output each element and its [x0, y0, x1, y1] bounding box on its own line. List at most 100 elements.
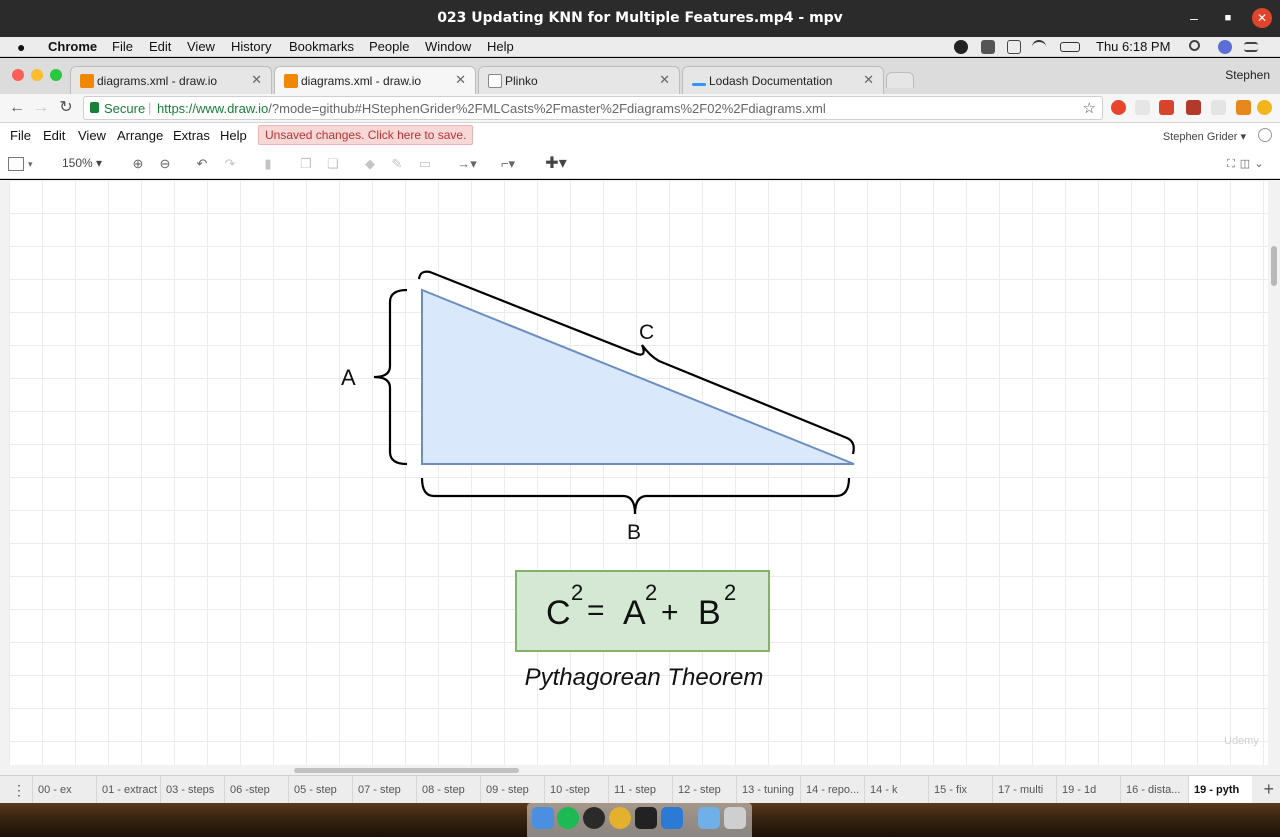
drawio-menu-help[interactable]: Help: [220, 128, 247, 143]
page-tab[interactable]: 05 - step: [288, 776, 352, 803]
horizontal-scroll-thumb[interactable]: [294, 768, 519, 773]
insert-icon[interactable]: ✚▾: [542, 155, 570, 173]
language-globe-icon[interactable]: [1258, 128, 1272, 142]
label-b[interactable]: B: [627, 521, 641, 544]
pages-menu-icon[interactable]: ⋮: [8, 782, 30, 799]
tab-plinko[interactable]: Plinko ✕: [478, 66, 680, 95]
drawio-menu-file[interactable]: File: [10, 128, 31, 143]
line-color-icon[interactable]: ✎: [389, 155, 405, 173]
siri-icon[interactable]: [1218, 40, 1232, 54]
obs-tray-icon[interactable]: [954, 40, 968, 54]
to-front-icon[interactable]: ❐: [298, 155, 314, 173]
drawio-menu-edit[interactable]: Edit: [43, 128, 65, 143]
menu-app-name[interactable]: Chrome: [48, 39, 97, 54]
spotlight-search-icon[interactable]: [1189, 40, 1200, 51]
diagram-canvas[interactable]: A B C C 2 = A 2 + B 2 Pythagorean Theore…: [9, 180, 1268, 765]
page-tab[interactable]: 17 - multi: [992, 776, 1056, 803]
panel-dropdown-icon[interactable]: ▾: [28, 155, 33, 173]
drawio-menu-view[interactable]: View: [78, 128, 106, 143]
minimize-button[interactable]: –: [1184, 8, 1204, 28]
zoom-out-icon[interactable]: ⊖: [157, 155, 173, 173]
menu-window[interactable]: Window: [425, 39, 471, 54]
css-extension-icon[interactable]: [1135, 100, 1150, 115]
menu-history[interactable]: History: [231, 39, 271, 54]
page-tab[interactable]: 15 - fix: [928, 776, 992, 803]
page-tab[interactable]: 12 - step: [672, 776, 736, 803]
tab-lodash[interactable]: Lodash Documentation ✕: [682, 66, 884, 95]
address-bar[interactable]: Secure | https://www.draw.io/?mode=githu…: [83, 96, 1103, 120]
account-menu[interactable]: Stephen Grider ▾: [1163, 130, 1246, 143]
close-button[interactable]: ✕: [1252, 8, 1272, 28]
page-tab[interactable]: 01 - extract: [96, 776, 160, 803]
drawio-menu-extras[interactable]: Extras: [173, 128, 210, 143]
tab-close-icon[interactable]: ✕: [863, 72, 874, 88]
browser-profile-name[interactable]: Stephen: [1225, 68, 1270, 82]
extension-badge-icon[interactable]: [1186, 100, 1201, 115]
shadow-icon[interactable]: ▭: [417, 155, 433, 173]
obs-icon[interactable]: [583, 807, 605, 829]
fullscreen-icon[interactable]: ⛶: [1224, 155, 1238, 173]
right-triangle[interactable]: [421, 288, 855, 465]
label-c[interactable]: C: [639, 321, 654, 344]
back-icon[interactable]: ←: [8, 98, 26, 118]
extension-grey-icon[interactable]: [1211, 100, 1226, 115]
maximize-button[interactable]: ■: [1218, 8, 1238, 28]
brace-b[interactable]: [420, 477, 851, 515]
terminal-icon[interactable]: [635, 807, 657, 829]
opera-extension-icon[interactable]: [1111, 100, 1126, 115]
notification-center-icon[interactable]: [1244, 42, 1258, 52]
finder-icon[interactable]: [532, 807, 554, 829]
chrome-icon[interactable]: [609, 807, 631, 829]
connection-style-icon[interactable]: →▾: [454, 155, 480, 173]
spotify-icon[interactable]: [557, 807, 579, 829]
trash-icon[interactable]: [724, 807, 746, 829]
horizontal-scrollbar[interactable]: [9, 765, 1268, 775]
page-tab[interactable]: 09 - step: [480, 776, 544, 803]
menu-bookmarks[interactable]: Bookmarks: [289, 39, 354, 54]
extension-red-icon[interactable]: [1159, 100, 1174, 115]
wifi-icon[interactable]: [1032, 40, 1046, 54]
menu-edit[interactable]: Edit: [149, 39, 171, 54]
url-text[interactable]: https://www.draw.io/?mode=github#HStephe…: [157, 101, 826, 116]
new-tab-button[interactable]: [886, 72, 914, 88]
page-tab[interactable]: 07 - step: [352, 776, 416, 803]
folder-icon[interactable]: [698, 807, 720, 829]
battery-icon[interactable]: [1060, 42, 1080, 52]
redo-icon[interactable]: ↷: [222, 155, 238, 173]
tab-drawio-1[interactable]: diagrams.xml - draw.io ✕: [70, 66, 272, 95]
formula-box[interactable]: C 2 = A 2 + B 2: [515, 570, 770, 652]
page-tab[interactable]: 14 - k: [864, 776, 928, 803]
extension-yellow-icon[interactable]: [1257, 100, 1272, 115]
traffic-zoom-icon[interactable]: [50, 69, 62, 81]
add-page-button[interactable]: +: [1263, 779, 1274, 800]
menu-help[interactable]: Help: [487, 39, 514, 54]
docker-tray-icon[interactable]: [981, 40, 995, 54]
vertical-scrollbar[interactable]: [1268, 180, 1280, 775]
menu-file[interactable]: File: [112, 39, 133, 54]
format-panel-icon[interactable]: [8, 157, 24, 171]
zoom-in-icon[interactable]: ⊕: [130, 155, 146, 173]
page-tab[interactable]: 00 - ex: [32, 776, 96, 803]
format-toggle-icon[interactable]: ◫: [1239, 155, 1251, 173]
collapse-icon[interactable]: ⌄: [1253, 155, 1265, 173]
reload-icon[interactable]: ↻: [57, 98, 75, 118]
page-tab[interactable]: 14 - repo...: [800, 776, 864, 803]
bookmark-star-icon[interactable]: ☆: [1083, 99, 1096, 117]
to-back-icon[interactable]: ❏: [325, 155, 341, 173]
metamask-extension-icon[interactable]: [1236, 100, 1251, 115]
menu-people[interactable]: People: [369, 39, 409, 54]
label-a[interactable]: A: [341, 365, 356, 390]
page-tab[interactable]: 10 -step: [544, 776, 608, 803]
traffic-close-icon[interactable]: [12, 69, 24, 81]
page-tab[interactable]: 06 -step: [224, 776, 288, 803]
caption-text[interactable]: Pythagorean Theorem: [509, 664, 779, 692]
brace-a[interactable]: [373, 288, 408, 466]
undo-icon[interactable]: ↶: [194, 155, 210, 173]
waypoints-icon[interactable]: ⌐▾: [494, 155, 522, 173]
forward-icon[interactable]: →: [32, 98, 50, 118]
page-tab[interactable]: 03 - steps: [160, 776, 224, 803]
glasses-tray-icon[interactable]: [1007, 40, 1021, 54]
drawio-menu-arrange[interactable]: Arrange: [117, 128, 163, 143]
page-tab[interactable]: 16 - dista...: [1120, 776, 1188, 803]
apple-icon[interactable]: ●: [17, 39, 25, 55]
